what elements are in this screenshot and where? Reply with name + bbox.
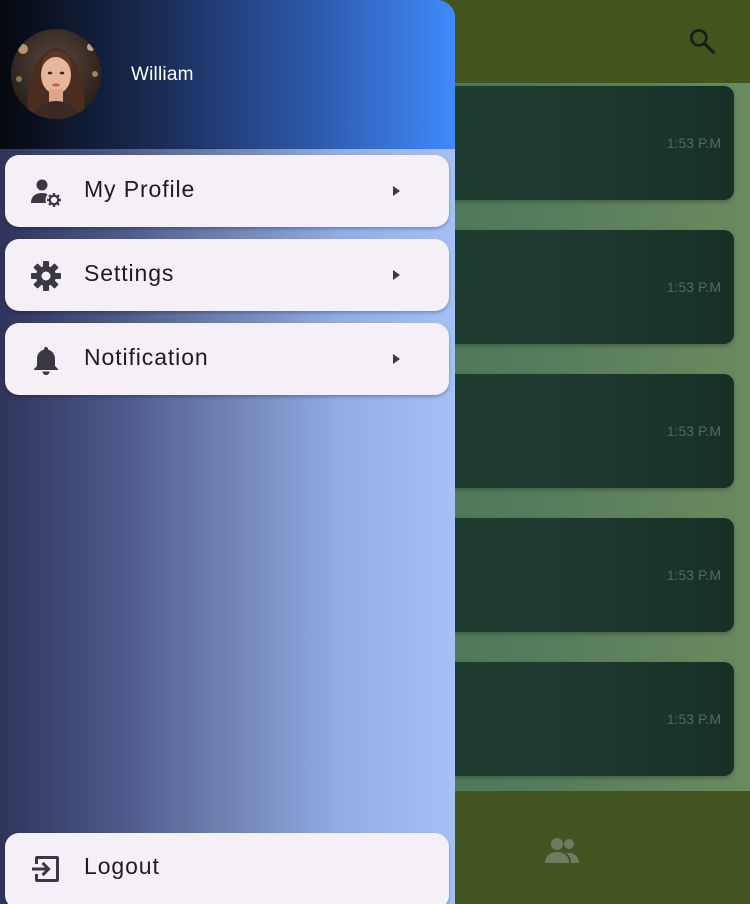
drawer-header: William: [0, 0, 455, 149]
search-icon: [690, 29, 715, 54]
logout-icon: [32, 856, 59, 882]
logout-label: Logout: [84, 853, 160, 879]
group-icon[interactable]: [544, 835, 580, 867]
chat-time: 1:53 P.M: [666, 279, 721, 295]
chat-time: 1:53 P.M: [666, 135, 721, 151]
arrow-right-icon: [393, 270, 400, 280]
menu-item-settings[interactable]: Settings: [5, 239, 449, 311]
manage-accounts-icon: [31, 179, 61, 207]
chat-card[interactable]: 1:53 P.M: [440, 662, 734, 776]
menu-item-label: Notification: [84, 344, 209, 370]
navigation-drawer: William My Profile Settings Notification…: [0, 0, 455, 904]
avatar[interactable]: [11, 29, 101, 119]
chat-time: 1:53 P.M: [666, 423, 721, 439]
menu-item-notification[interactable]: Notification: [5, 323, 449, 395]
avatar-image: [11, 29, 101, 119]
user-name: William: [131, 64, 194, 85]
menu-item-my-profile[interactable]: My Profile: [5, 155, 449, 227]
chat-card[interactable]: 1:53 P.M: [440, 374, 734, 488]
bell-icon: [34, 347, 58, 375]
search-button[interactable]: [686, 25, 718, 57]
gear-icon: [31, 261, 61, 291]
arrow-right-icon: [393, 354, 400, 364]
chat-card[interactable]: 1:53 P.M: [440, 86, 734, 200]
chat-time: 1:53 P.M: [666, 711, 721, 727]
arrow-right-icon: [393, 186, 400, 196]
menu-item-label: My Profile: [84, 176, 196, 202]
logout-button[interactable]: Logout: [5, 833, 449, 904]
chat-card[interactable]: 1:53 P.M: [440, 518, 734, 632]
chat-card[interactable]: 1:53 P.M: [440, 230, 734, 344]
menu-item-label: Settings: [84, 260, 175, 286]
chat-time: 1:53 P.M: [666, 567, 721, 583]
